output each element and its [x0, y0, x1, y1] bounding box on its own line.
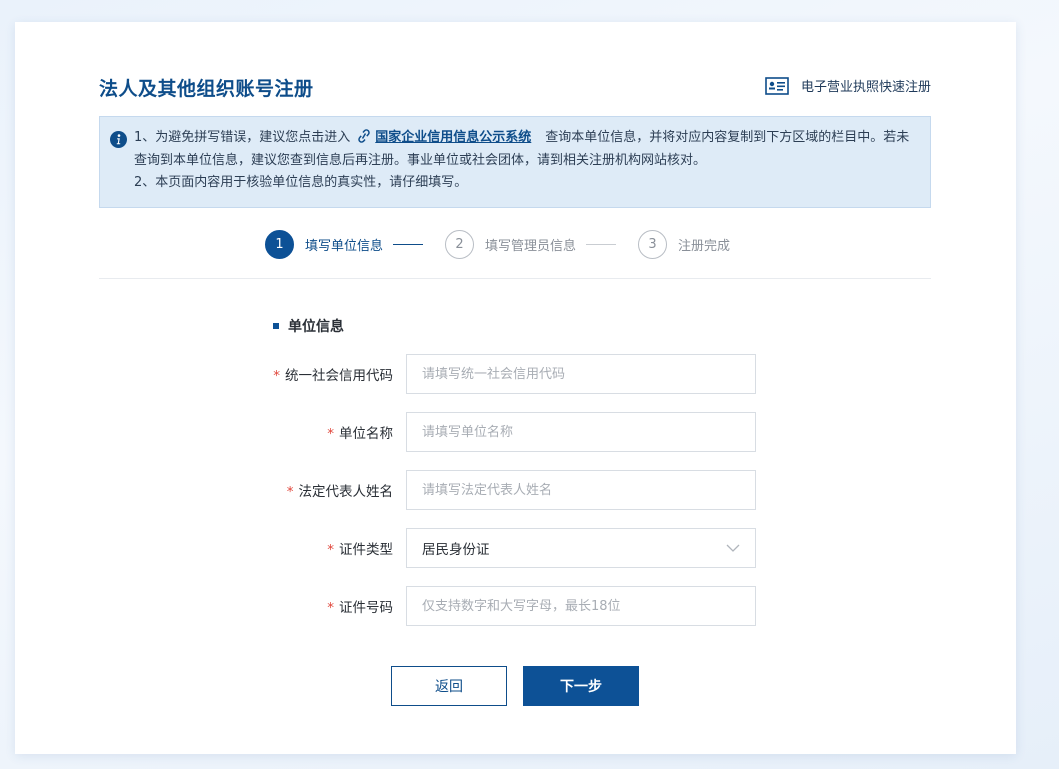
progress-steps: 1 填写单位信息 2 填写管理员信息 3 注册完成 — [265, 229, 731, 259]
registration-card: 法人及其他组织账号注册 电子营业执照快速注册 1、为避免拼写错误，建议您点击进入… — [15, 22, 1016, 754]
form-row-id-type: * 证件类型 居民身份证 — [215, 528, 775, 568]
required-mark: * — [327, 600, 334, 616]
step-3-number: 3 — [638, 229, 668, 259]
section-marker — [273, 323, 279, 329]
credit-code-input[interactable] — [406, 354, 756, 394]
step-2-label: 填写管理员信息 — [485, 238, 577, 254]
required-mark: * — [327, 426, 334, 442]
step-3: 3 注册完成 — [638, 229, 731, 259]
step-1-label: 填写单位信息 — [305, 238, 384, 254]
info-icon — [110, 131, 127, 148]
required-mark: * — [286, 484, 294, 500]
notice-line-2: 2、本页面内容用于核验单位信息的真实性，请仔细填写。 — [134, 175, 468, 190]
id-number-input[interactable] — [406, 586, 756, 626]
id-type-select[interactable]: 居民身份证 — [406, 528, 756, 568]
step-connector — [586, 243, 617, 245]
step-connector — [393, 243, 424, 245]
id-type-label: * 证件类型 — [327, 542, 393, 558]
id-type-selected-value: 居民身份证 — [422, 542, 490, 558]
form-row-legal-rep: * 法定代表人姓名 — [215, 470, 775, 510]
quick-register-label: 电子营业执照快速注册 — [800, 80, 931, 95]
page-title: 法人及其他组织账号注册 — [99, 78, 314, 100]
form-row-id-number: * 证件号码 — [215, 586, 775, 626]
required-mark: * — [273, 368, 280, 384]
legal-rep-label: * 法定代表人姓名 — [286, 484, 393, 500]
step-1-number: 1 — [265, 229, 294, 259]
org-name-label: * 单位名称 — [327, 426, 393, 442]
id-number-label: * 证件号码 — [327, 600, 393, 616]
step-2: 2 填写管理员信息 — [445, 229, 577, 259]
step-3-label: 注册完成 — [678, 238, 731, 254]
org-name-input[interactable] — [406, 412, 756, 452]
notice-line-1-before: 1、为避免拼写错误，建议您点击进入 — [134, 130, 351, 145]
section-title-text: 单位信息 — [288, 319, 344, 335]
legal-rep-input[interactable] — [406, 470, 756, 510]
credit-code-label: * 统一社会信用代码 — [273, 368, 393, 384]
credit-system-link[interactable]: 国家企业信用信息公示系统 — [375, 130, 531, 145]
chevron-down-icon — [726, 544, 740, 552]
notice-line-1: 1、为避免拼写错误，建议您点击进入 国家企业信用信息公示系统 查询本单位信息，并将对… — [134, 127, 916, 172]
notice-box: 1、为避免拼写错误，建议您点击进入 国家企业信用信息公示系统 查询本单位信息，并将对… — [99, 116, 931, 208]
quick-register-link[interactable]: 电子营业执照快速注册 — [765, 76, 931, 95]
section-title: 单位信息 — [273, 316, 344, 336]
required-mark: * — [327, 542, 334, 558]
back-button[interactable]: 返回 — [391, 666, 507, 706]
link-icon — [358, 129, 371, 143]
next-step-button[interactable]: 下一步 — [523, 666, 639, 706]
business-license-icon — [765, 76, 789, 95]
form-row-org-name: * 单位名称 — [215, 412, 775, 452]
form-row-credit-code: * 统一社会信用代码 — [215, 354, 775, 394]
step-2-number: 2 — [445, 229, 475, 259]
steps-divider — [99, 278, 931, 279]
step-1: 1 填写单位信息 — [265, 229, 384, 259]
